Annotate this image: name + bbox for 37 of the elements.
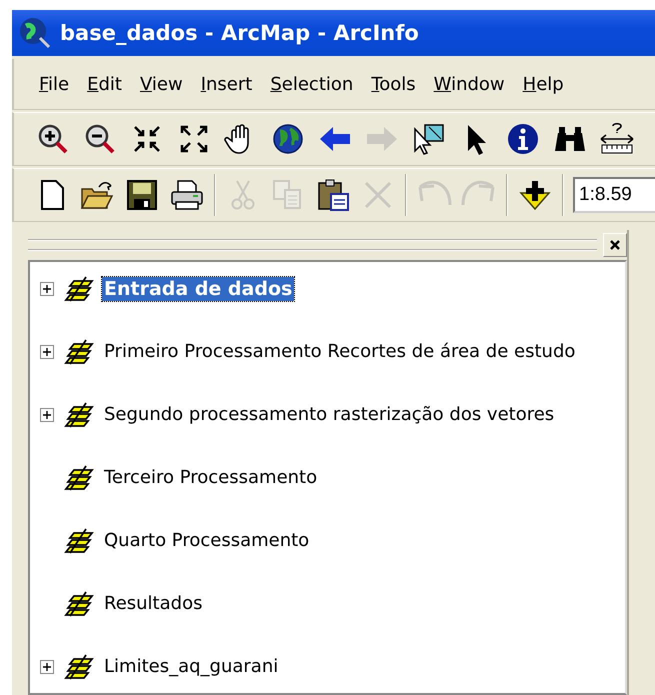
plus-icon: [43, 284, 51, 292]
menu-item[interactable]: Help: [514, 70, 573, 98]
layer-stack-icon: [62, 526, 94, 554]
layer-label[interactable]: Limites_aq_guarani: [102, 655, 280, 678]
expand-button[interactable]: [40, 282, 54, 296]
plus-icon: [43, 348, 51, 356]
plus-icon: [43, 662, 51, 670]
layer-stack-icon: [62, 338, 94, 366]
close-icon: [609, 239, 621, 251]
menu-item[interactable]: View: [130, 70, 192, 98]
layer-label[interactable]: Entrada de dados: [102, 276, 294, 300]
expand-button[interactable]: [40, 344, 54, 358]
grip-handle[interactable]: [28, 239, 597, 251]
window-title: base_dados - ArcMap - ArcInfo: [60, 21, 419, 45]
layer-stack-icon: [62, 590, 94, 618]
expand-button[interactable]: [40, 660, 54, 674]
layer-label[interactable]: Primeiro Processamento Recortes de área de estudo: [102, 340, 578, 363]
info-icon: [505, 121, 541, 157]
layer-stack-icon: [62, 464, 94, 492]
menu-item[interactable]: Edit: [78, 70, 131, 98]
menu-item[interactable]: File: [30, 70, 78, 98]
layer-label[interactable]: Quarto Processamento: [102, 529, 312, 552]
layer-stack-icon: [62, 400, 94, 428]
menu-item[interactable]: Insert: [192, 70, 262, 98]
layer-stack-icon: [62, 274, 94, 302]
plus-icon: [43, 410, 51, 418]
layer-stack-icon: [62, 652, 94, 680]
menu-item[interactable]: Window: [424, 70, 514, 98]
close-button[interactable]: [603, 233, 627, 257]
globe-magnifier-icon: [18, 16, 52, 50]
scale-field[interactable]: 1:8.59: [573, 177, 655, 213]
layer-label[interactable]: Terceiro Processamento: [102, 466, 320, 489]
layer-label[interactable]: Segundo processamento rasterização dos vetores: [102, 403, 556, 426]
layer-label[interactable]: Resultados: [102, 592, 204, 615]
menu-item[interactable]: Selection: [261, 70, 362, 98]
expand-button[interactable]: [40, 408, 54, 422]
menu-item[interactable]: Tools: [362, 70, 425, 98]
